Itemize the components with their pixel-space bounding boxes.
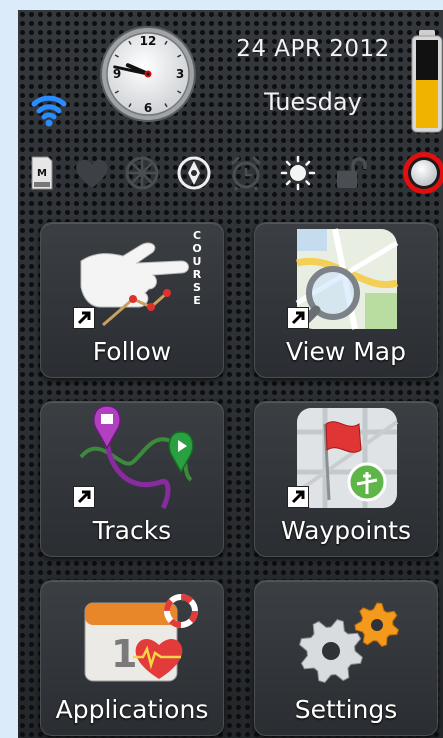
wheel-icon[interactable] bbox=[122, 154, 162, 192]
waypoints-icon bbox=[295, 408, 399, 508]
wifi-icon bbox=[31, 95, 67, 127]
brightness-icon[interactable] bbox=[278, 154, 318, 192]
unlock-icon[interactable] bbox=[332, 154, 372, 192]
memory-icon: M bbox=[31, 156, 53, 190]
shortcut-badge-icon bbox=[73, 486, 95, 508]
follow-course-icon: COURSE bbox=[80, 229, 202, 327]
course-letter: O bbox=[192, 242, 201, 255]
record-button-icon[interactable] bbox=[400, 149, 443, 197]
shortcut-badge-icon bbox=[287, 486, 309, 508]
svg-text:1: 1 bbox=[111, 632, 137, 676]
view-map-label: View Map bbox=[285, 337, 407, 366]
heart-icon[interactable] bbox=[72, 154, 112, 192]
shortcut-badge-icon bbox=[287, 307, 309, 329]
follow-tile[interactable]: COURSE Follow bbox=[40, 222, 224, 378]
follow-label: Follow bbox=[92, 337, 172, 366]
day-text: Tuesday bbox=[264, 88, 362, 116]
svg-text:6: 6 bbox=[144, 101, 152, 115]
course-letter: R bbox=[193, 268, 202, 281]
waypoints-tile[interactable]: Waypoints bbox=[254, 401, 438, 557]
tracks-label: Tracks bbox=[92, 516, 172, 545]
date-text: 24 APR 2012 bbox=[236, 36, 390, 62]
alarm-icon[interactable] bbox=[226, 154, 266, 192]
settings-label: Settings bbox=[294, 695, 398, 724]
course-letter: S bbox=[193, 281, 201, 294]
shortcut-badge-icon bbox=[73, 307, 95, 329]
svg-text:3: 3 bbox=[176, 67, 184, 81]
course-letter: U bbox=[193, 255, 202, 268]
status-header: 12 3 6 9 24 APR 2012 Tuesday bbox=[18, 10, 443, 140]
course-letter: C bbox=[193, 229, 201, 242]
applications-tile[interactable]: 1 Applications bbox=[40, 580, 224, 736]
svg-text:M: M bbox=[37, 168, 47, 179]
tracks-icon bbox=[79, 405, 194, 510]
map-search-icon bbox=[295, 228, 399, 330]
svg-text:12: 12 bbox=[140, 34, 157, 48]
course-letter: E bbox=[193, 294, 201, 307]
applications-label: Applications bbox=[55, 695, 209, 724]
settings-tile[interactable]: Settings bbox=[254, 580, 438, 736]
calendar-heart-icon: 1 bbox=[84, 594, 198, 682]
device-screen: 12 3 6 9 24 APR 2012 Tuesday M C O U R S… bbox=[18, 10, 443, 738]
tracks-tile[interactable]: Tracks bbox=[40, 401, 224, 557]
quick-icon-bar: M bbox=[18, 148, 443, 198]
compass-icon[interactable] bbox=[174, 154, 214, 192]
waypoints-label: Waypoints bbox=[280, 516, 412, 545]
battery-icon bbox=[411, 30, 443, 133]
view-map-tile[interactable]: View Map bbox=[254, 222, 438, 378]
gears-icon bbox=[299, 602, 400, 683]
analog-clock: 12 3 6 9 bbox=[100, 26, 196, 122]
